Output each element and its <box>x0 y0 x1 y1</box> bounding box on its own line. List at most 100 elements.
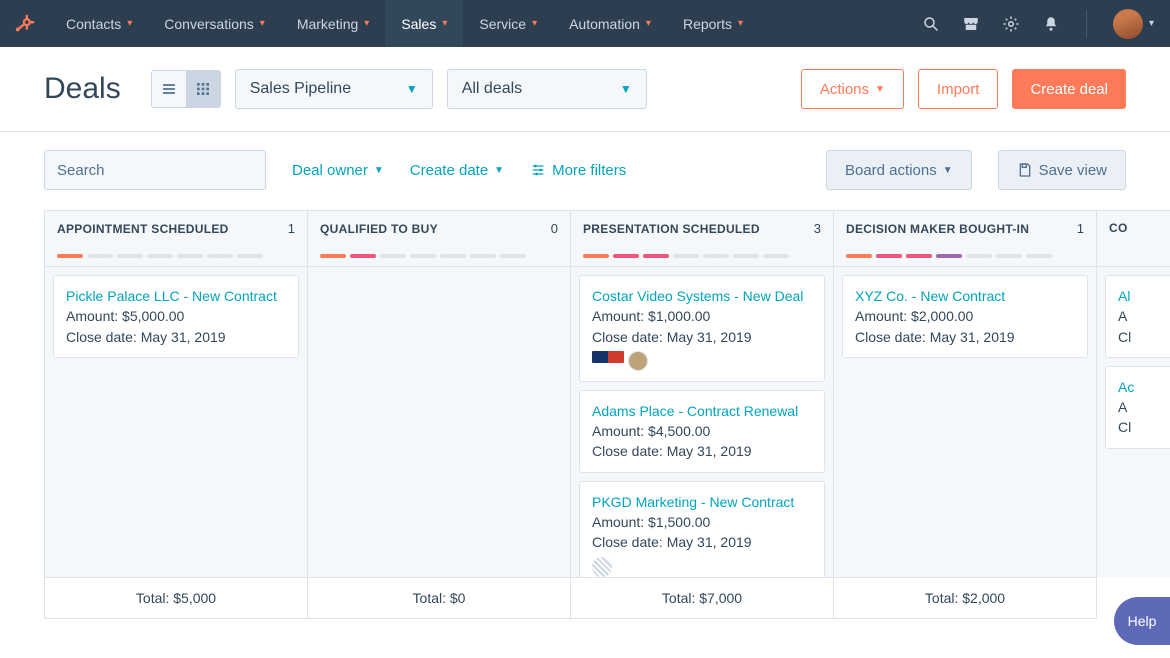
actions-button[interactable]: Actions▼ <box>801 69 904 109</box>
stage-segment <box>207 254 233 258</box>
deal-title: Pickle Palace LLC - New Contract <box>66 286 286 306</box>
save-icon <box>1017 162 1033 178</box>
stage-segment <box>966 254 992 258</box>
help-button[interactable]: Help <box>1114 597 1170 645</box>
column-count: 1 <box>1077 221 1084 236</box>
user-avatar-icon <box>628 351 648 371</box>
stage-segment <box>846 254 872 258</box>
chevron-down-icon: ▾ <box>532 18 537 29</box>
column-count: 3 <box>814 221 821 236</box>
list-icon <box>161 81 177 97</box>
chevron-down-icon: ▾ <box>1149 18 1154 29</box>
nav-item-sales[interactable]: Sales▾ <box>385 0 463 47</box>
board-view-button[interactable] <box>186 71 220 107</box>
stage-segment <box>673 254 699 258</box>
chevron-down-icon: ▾ <box>260 18 265 29</box>
account-menu[interactable]: ▾ <box>1113 9 1154 39</box>
deal-owner-filter[interactable]: Deal owner▼ <box>292 162 384 179</box>
board-column: DECISION MAKER BOUGHT-IN1XYZ Co. - New C… <box>833 210 1096 619</box>
filters-row: Deal owner▼ Create date▼ More filters Bo… <box>0 132 1170 190</box>
column-body[interactable]: Costar Video Systems - New DealAmount: $… <box>571 267 833 577</box>
stage-segment <box>613 254 639 258</box>
nav-divider <box>1086 10 1087 38</box>
gear-icon[interactable] <box>1002 15 1020 33</box>
stage-segment <box>177 254 203 258</box>
column-title: APPOINTMENT SCHEDULED <box>57 222 229 236</box>
deal-amount: Amount: $1,000.00 <box>592 306 812 326</box>
deal-card[interactable]: Pickle Palace LLC - New ContractAmount: … <box>53 275 299 358</box>
deal-avatars <box>592 557 812 577</box>
chevron-down-icon: ▾ <box>738 18 743 29</box>
search-input[interactable] <box>57 162 256 179</box>
stage-segment <box>876 254 902 258</box>
deal-card[interactable]: AcACl <box>1105 366 1170 449</box>
search-box[interactable] <box>44 150 266 190</box>
deal-card[interactable]: AlACl <box>1105 275 1170 358</box>
column-body[interactable]: XYZ Co. - New ContractAmount: $2,000.00C… <box>834 267 1096 577</box>
hubspot-logo[interactable] <box>0 13 50 35</box>
deal-close-date: Cl <box>1118 327 1165 347</box>
nav-item-reports[interactable]: Reports▾ <box>667 0 759 47</box>
page-title: Deals <box>44 72 121 106</box>
chevron-down-icon: ▾ <box>127 18 132 29</box>
filter-select[interactable]: All deals▼ <box>447 69 647 109</box>
deal-amount: Amount: $1,500.00 <box>592 512 812 532</box>
nav-item-automation[interactable]: Automation▾ <box>553 0 667 47</box>
deal-title: Adams Place - Contract Renewal <box>592 401 812 421</box>
deal-card[interactable]: Costar Video Systems - New DealAmount: $… <box>579 275 825 382</box>
deal-card[interactable]: PKGD Marketing - New ContractAmount: $1,… <box>579 481 825 577</box>
stage-segment <box>410 254 436 258</box>
column-total: Total: $5,000 <box>45 577 307 619</box>
stage-segment <box>470 254 496 258</box>
search-icon[interactable] <box>922 15 940 33</box>
nav-item-conversations[interactable]: Conversations▾ <box>148 0 281 47</box>
column-count: 0 <box>551 221 558 236</box>
column-body[interactable]: Pickle Palace LLC - New ContractAmount: … <box>45 267 307 577</box>
stage-segment <box>936 254 962 258</box>
nav-item-service[interactable]: Service▾ <box>463 0 553 47</box>
deal-amount: A <box>1118 397 1165 417</box>
deal-title: PKGD Marketing - New Contract <box>592 492 812 512</box>
column-title: CO <box>1109 221 1128 235</box>
save-view-button[interactable]: Save view <box>998 150 1126 190</box>
stage-segment <box>733 254 759 258</box>
header: Deals Sales Pipeline▼ All deals▼ Actions… <box>0 47 1170 132</box>
column-body[interactable] <box>308 267 570 577</box>
stage-segment <box>583 254 609 258</box>
column-body[interactable]: AlAClAcACl <box>1097 267 1170 577</box>
stage-segment <box>703 254 729 258</box>
stage-segment <box>1026 254 1052 258</box>
import-button[interactable]: Import <box>918 69 999 109</box>
column-total: Total: $2,000 <box>834 577 1096 619</box>
create-date-filter[interactable]: Create date▼ <box>410 162 504 179</box>
deal-card[interactable]: XYZ Co. - New ContractAmount: $2,000.00C… <box>842 275 1088 358</box>
deal-title: Ac <box>1118 377 1165 397</box>
stage-segment <box>643 254 669 258</box>
board-column: QUALIFIED TO BUY0Total: $0 <box>307 210 570 619</box>
nav-item-marketing[interactable]: Marketing▾ <box>281 0 386 47</box>
board-column: COAlAClAcACl <box>1096 210 1170 619</box>
stage-progress <box>583 254 821 258</box>
deal-title: XYZ Co. - New Contract <box>855 286 1075 306</box>
board: APPOINTMENT SCHEDULED1Pickle Palace LLC … <box>44 210 1170 619</box>
bell-icon[interactable] <box>1042 15 1060 33</box>
nav-item-contacts[interactable]: Contacts▾ <box>50 0 148 47</box>
caret-down-icon: ▼ <box>943 165 953 176</box>
marketplace-icon[interactable] <box>962 15 980 33</box>
stage-segment <box>906 254 932 258</box>
stage-segment <box>763 254 789 258</box>
list-view-button[interactable] <box>152 71 186 107</box>
column-title: QUALIFIED TO BUY <box>320 222 438 236</box>
company-logo-icon <box>592 351 624 363</box>
board-actions-button[interactable]: Board actions▼ <box>826 150 972 190</box>
pipeline-select[interactable]: Sales Pipeline▼ <box>235 69 433 109</box>
column-title: PRESENTATION SCHEDULED <box>583 222 760 236</box>
column-header: QUALIFIED TO BUY 0 <box>308 210 570 267</box>
more-filters-button[interactable]: More filters <box>530 162 626 179</box>
deal-card[interactable]: Adams Place - Contract RenewalAmount: $4… <box>579 390 825 473</box>
caret-down-icon: ▼ <box>620 82 632 96</box>
deal-avatars <box>592 351 812 371</box>
deal-title: Al <box>1118 286 1165 306</box>
create-deal-button[interactable]: Create deal <box>1012 69 1126 109</box>
column-header: APPOINTMENT SCHEDULED1 <box>45 210 307 267</box>
